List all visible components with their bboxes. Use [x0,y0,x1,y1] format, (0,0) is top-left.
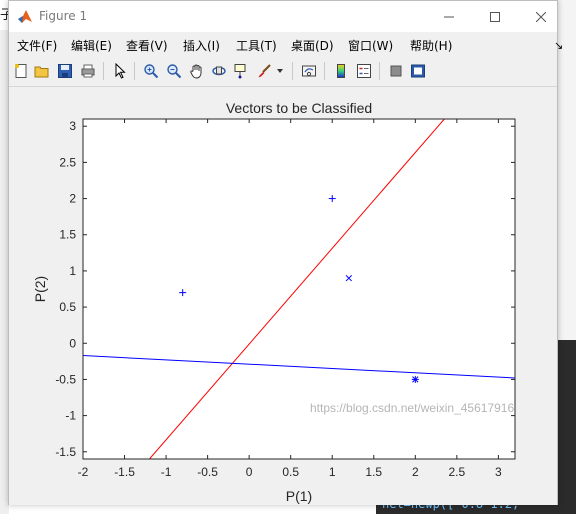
x-tick-label: -1.5 [114,465,135,479]
toolbar-separator [103,62,104,80]
rotate-3d-icon[interactable] [209,61,229,81]
title-bar[interactable]: Figure 1 [9,1,557,32]
menu-view[interactable]: 查看(V) [126,37,168,54]
x-tick-label: 1.5 [365,465,382,479]
x-tick-label: -2 [78,465,89,479]
menu-dock-arrow-icon[interactable]: ↘ [554,39,563,52]
menu-insert[interactable]: 插入(I) [183,37,220,54]
y-tick-label: 0 [69,336,76,350]
toolbar-separator [324,62,325,80]
print-icon[interactable] [78,61,98,81]
zoom-in-icon[interactable] [141,61,161,81]
save-icon[interactable] [55,61,75,81]
figure-toolbar [9,56,557,87]
y-tick-label: 1.5 [59,228,76,242]
toolbar-separator [134,62,135,80]
figure-window: Figure 1 文件(F) 编辑(E) 查看(V) 插入(I) 工具(T) 桌… [8,0,563,505]
watermark-text: https://blog.csdn.net/weixin_45617916 [310,401,515,415]
toolbar-separator [379,62,380,80]
y-tick-label: 3 [69,119,76,133]
close-button[interactable] [519,1,563,32]
x-tick-label: 0 [246,465,253,479]
legend-icon[interactable] [354,61,374,81]
minimize-icon [444,16,454,17]
hide-plot-tools-icon[interactable] [386,61,406,81]
y-tick-label: 0.5 [59,300,76,314]
show-plot-tools-icon[interactable] [408,61,428,81]
brush-icon[interactable] [254,61,274,81]
y-tick-label: -1.5 [55,445,76,459]
colorbar-icon[interactable] [331,61,351,81]
minimize-button[interactable] [427,1,471,32]
background-editor-strip [558,340,576,514]
y-tick-label: -1 [65,409,76,423]
menu-tools[interactable]: 工具(T) [236,37,277,54]
x-tick-label: 0.5 [282,465,299,479]
y-tick-label: 1 [69,264,76,278]
chart-title: Vectors to be Classified [226,100,372,116]
brush-dropdown-icon[interactable] [275,61,285,81]
x-axis-label: P(1) [286,488,312,504]
new-figure-icon[interactable] [11,61,31,81]
close-icon [536,11,546,22]
x-tick-label: 2.5 [449,465,466,479]
y-axis-label: P(2) [32,276,48,302]
x-tick-label: 2 [412,465,419,479]
y-tick-label: 2 [69,192,76,206]
x-tick-label: -1 [161,465,172,479]
figure-canvas[interactable]: -2 -1.5 -1 -0.5 0 0.5 1 1.5 2 2.5 3 -1.5 -1 -0.5 0 0.5 1… [9,87,557,505]
pan-hand-icon[interactable] [187,61,207,81]
open-file-icon[interactable] [32,61,52,81]
menu-bar: 文件(F) 编辑(E) 查看(V) 插入(I) 工具(T) 桌面(D) 窗口(W… [9,32,557,56]
zoom-out-icon[interactable] [164,61,184,81]
y-tick-label: -0.5 [55,372,76,386]
menu-file[interactable]: 文件(F) [17,37,57,54]
matlab-icon [18,10,32,23]
y-tick-label: 2.5 [59,155,76,169]
maximize-button[interactable] [473,1,517,32]
menu-window[interactable]: 窗口(W) [348,37,393,54]
pointer-icon[interactable] [110,61,130,81]
link-plot-icon[interactable] [299,61,319,81]
maximize-icon [490,11,500,22]
menu-help[interactable]: 帮助(H) [410,37,452,54]
menu-desktop[interactable]: 桌面(D) [291,37,334,54]
window-title: Figure 1 [39,9,88,23]
x-tick-label: 1 [329,465,336,479]
data-cursor-icon[interactable] [231,61,251,81]
x-tick-label: -0.5 [197,465,218,479]
data-point-4 [411,375,419,383]
plot-svg[interactable]: -2 -1.5 -1 -0.5 0 0.5 1 1.5 2 2.5 3-1.5-1-0.500.51… [9,87,557,505]
menu-edit[interactable]: 编辑(E) [71,37,112,54]
toolbar-separator [292,62,293,80]
x-tick-label: 3 [495,465,502,479]
